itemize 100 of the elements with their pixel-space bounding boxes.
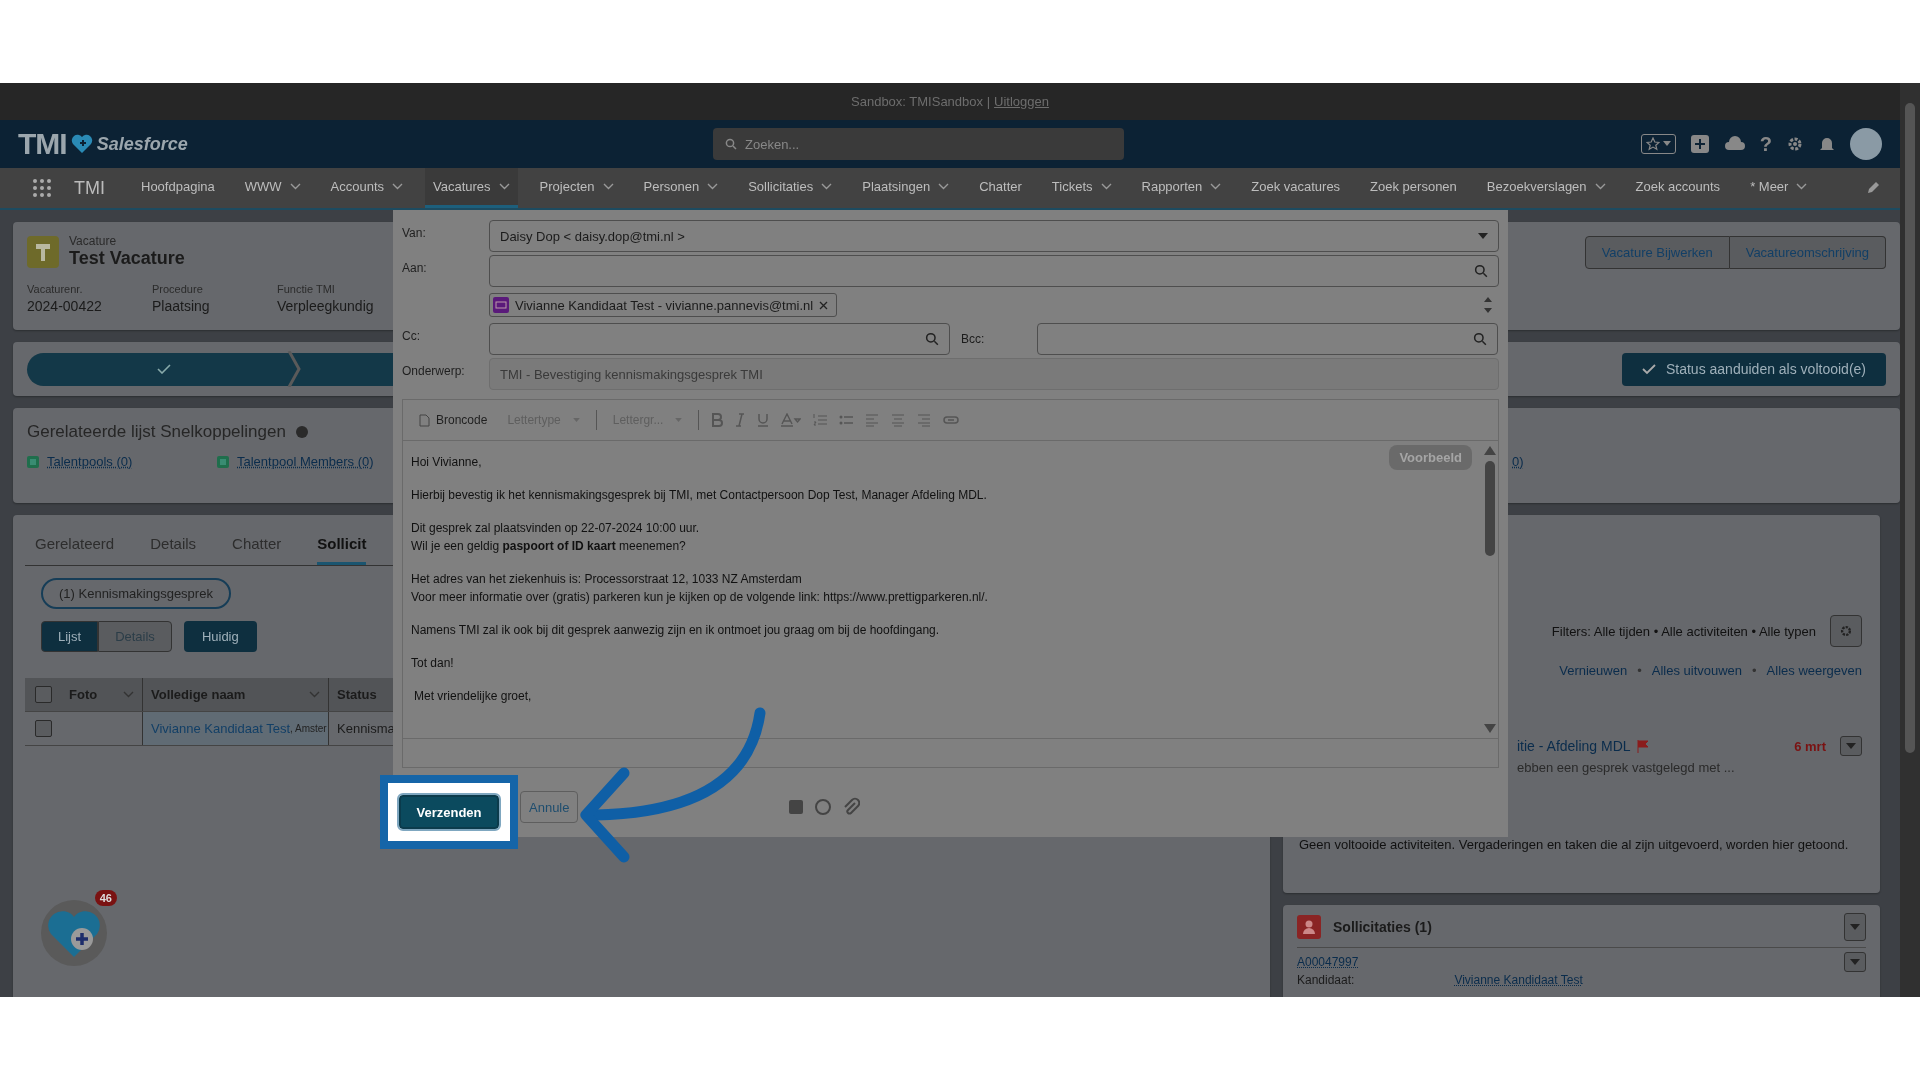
search-field[interactable]: Zoeken... — [713, 128, 1124, 160]
star-icon — [1645, 137, 1660, 151]
send-button[interactable]: Verzenden — [399, 795, 499, 829]
status-button[interactable]: Status aanduiden als voltooid(e) — [1621, 352, 1886, 386]
pencil-icon[interactable] — [1866, 181, 1880, 195]
template-icon[interactable] — [788, 799, 805, 815]
cancel-button[interactable]: Annule — [520, 791, 579, 823]
plus-icon[interactable] — [1689, 134, 1710, 154]
nav-item[interactable]: WWW — [236, 168, 309, 208]
notification-badge: 46 — [94, 890, 117, 906]
nav-item[interactable]: Accounts — [322, 168, 412, 208]
quicklink[interactable]: Talentpool Members (0) — [237, 454, 374, 469]
nav-item[interactable]: Chatter — [971, 168, 1030, 208]
tab[interactable]: Chatter — [232, 527, 282, 565]
help-icon[interactable]: ? — [1759, 132, 1772, 156]
record-type: Vacature — [69, 234, 118, 248]
dropdown-button[interactable] — [1840, 736, 1862, 756]
record-link[interactable]: A00047997 — [1297, 955, 1359, 969]
field-label: Aan: — [402, 260, 428, 275]
nav-item[interactable]: Rapporten — [1133, 168, 1230, 208]
nav-item[interactable]: Zoek personen — [1362, 168, 1465, 208]
filter-chip[interactable]: (1) Kennismakingsgesprek — [41, 578, 231, 609]
column-header[interactable]: Volledige naam — [143, 678, 329, 711]
recipient-chip[interactable]: Vivianne Kandidaat Test - vivianne.pannevis@tmi.nl — [489, 293, 838, 317]
spinner-arrows-icon[interactable] — [1483, 295, 1493, 315]
current-button[interactable]: Huidig — [183, 621, 257, 652]
name-link[interactable]: Vivianne Kandidaat Test — [151, 721, 290, 736]
paperclip-icon[interactable] — [842, 797, 861, 817]
info-icon — [295, 426, 308, 438]
cloud-icon[interactable] — [1723, 135, 1746, 153]
close-icon[interactable] — [819, 300, 829, 310]
chevron-icon — [498, 183, 510, 190]
to-field[interactable] — [489, 255, 1499, 287]
contact-card-icon — [493, 297, 509, 313]
chevron-icon — [938, 183, 950, 190]
nav-item[interactable]: Vacatures — [425, 168, 518, 208]
brand-text: Salesforce — [96, 133, 188, 155]
field-label: Bcc: — [960, 332, 986, 346]
list-icon — [217, 455, 229, 468]
tab[interactable]: Sollicit — [317, 527, 367, 565]
nav-item[interactable]: Tickets — [1043, 168, 1120, 208]
nav-item[interactable]: * Meer — [1742, 168, 1816, 208]
row-checkbox[interactable] — [34, 720, 52, 737]
search-icon — [925, 332, 939, 346]
select-all-checkbox[interactable] — [34, 686, 52, 703]
activity-link[interactable]: Alles weergeven — [1766, 663, 1862, 678]
circle-icon[interactable] — [814, 798, 833, 816]
record-title: Test Vacature — [69, 248, 185, 269]
favorites-button[interactable] — [1640, 134, 1676, 154]
nav-item[interactable]: Zoek accounts — [1627, 168, 1729, 208]
nav-item[interactable]: Projecten — [531, 168, 622, 208]
nav-item[interactable]: Personen — [635, 168, 727, 208]
activity-title-link[interactable]: itie - Afdeling MDL — [1517, 738, 1631, 754]
check-icon — [157, 364, 171, 374]
scrollbar[interactable] — [1900, 83, 1920, 997]
logout-link[interactable]: Uitloggen — [994, 94, 1049, 109]
link-icon[interactable] — [943, 415, 960, 425]
settings-button[interactable] — [1830, 615, 1862, 647]
quicklink[interactable]: Talentpools (0) — [47, 454, 133, 469]
list-icon — [27, 455, 39, 468]
nav-item[interactable]: Hoofdpagina — [133, 168, 223, 208]
italic-icon[interactable] — [735, 413, 746, 427]
column-header[interactable]: Foto — [61, 678, 143, 711]
nav-item[interactable]: Plaatsingen — [854, 168, 958, 208]
tab[interactable]: Details — [150, 527, 197, 565]
nav-item[interactable]: Bezoekverslagen — [1478, 168, 1614, 208]
chevron-icon — [123, 691, 134, 698]
nav-item[interactable]: Sollicitaties — [740, 168, 841, 208]
dropdown-button[interactable] — [1844, 913, 1866, 941]
chevron-icon — [289, 183, 301, 190]
underline-icon[interactable] — [757, 413, 770, 427]
activity-link[interactable]: Vernieuwen — [1559, 663, 1628, 678]
tab[interactable]: Gerelateerd — [35, 527, 115, 565]
numbered-list-icon[interactable] — [813, 413, 828, 427]
bcc-field[interactable] — [1037, 323, 1498, 355]
scrollbar-thumb[interactable] — [1485, 461, 1495, 556]
nav-item[interactable]: Zoek vacatures — [1243, 168, 1349, 208]
chevron-icon — [707, 183, 719, 190]
avatar[interactable] — [1850, 128, 1882, 160]
settings-icon[interactable] — [1786, 135, 1804, 153]
flag-icon — [1636, 739, 1649, 753]
text-color-icon[interactable] — [781, 413, 802, 427]
activity-link[interactable]: Alles uitvouwen — [1651, 663, 1743, 678]
field-value: Verpleegkundig — [277, 298, 375, 314]
source-button[interactable]: Broncode — [415, 413, 492, 427]
bold-icon[interactable] — [711, 413, 724, 427]
bullet-list-icon[interactable] — [839, 413, 854, 427]
field-value: Plaatsing — [152, 298, 211, 314]
quicklink[interactable]: 0) — [1512, 454, 1524, 469]
bell-icon[interactable] — [1818, 135, 1836, 153]
cc-field[interactable] — [489, 323, 950, 355]
subject-field[interactable]: TMI - Bevestiging kennismakingsgesprek TMI — [489, 358, 1499, 390]
scrollbar-thumb[interactable] — [1905, 103, 1915, 753]
from-select[interactable]: Daisy Dop < daisy.dop@tmi.nl > — [489, 220, 1499, 252]
caret-icon — [1850, 959, 1860, 965]
field-label: Onderwerp: — [402, 363, 466, 378]
candidate-link[interactable]: Vivianne Kandidaat Test — [1454, 973, 1583, 987]
dropdown-button[interactable] — [1844, 952, 1866, 972]
view-toggle-button[interactable]: Lijst — [41, 621, 99, 652]
app-launcher-icon[interactable] — [32, 178, 52, 198]
